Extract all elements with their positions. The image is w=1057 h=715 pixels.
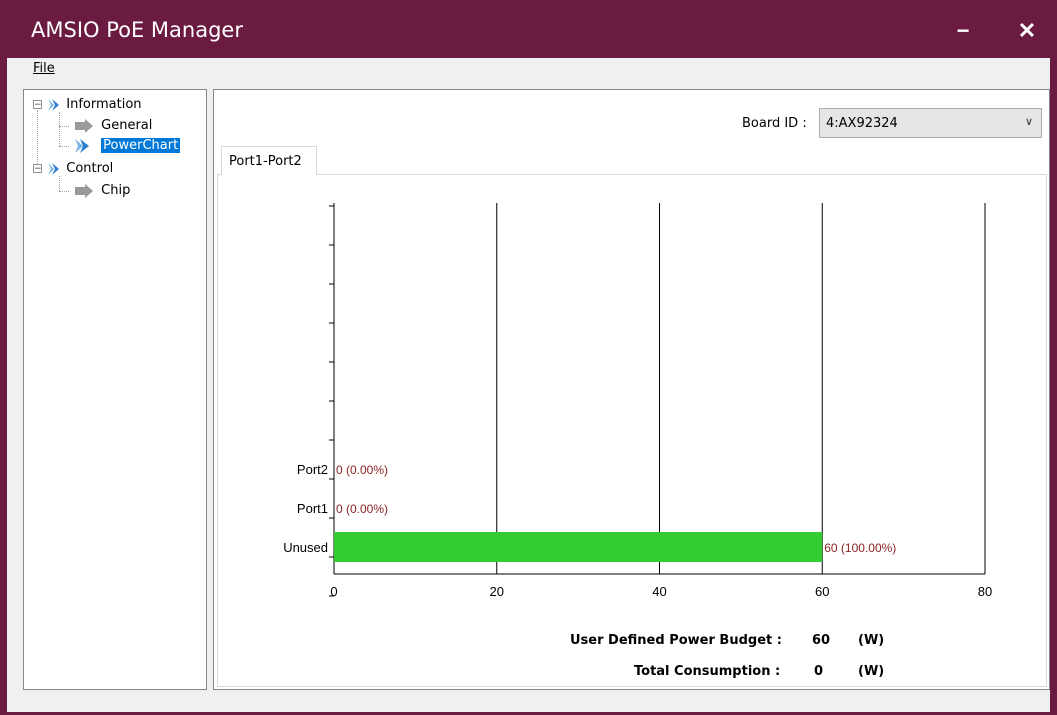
navigation-tree: − Information General PowerChart − Contr… (23, 89, 207, 690)
board-id-value: 4:AX92324 (826, 116, 898, 131)
power-chart: 0 20 40 60 80 Port2 0 (0.00%) Port1 0 (0.00%) Unu… (283, 203, 992, 599)
tree-node-general[interactable]: General (71, 117, 152, 134)
category-label: Unused (283, 540, 328, 555)
x-tick-label: 40 (652, 584, 666, 599)
window-title: AMSIO PoE Manager (31, 18, 243, 42)
tree-connector (59, 146, 69, 147)
tab-page: 0 20 40 60 80 Port2 0 (0.00%) Port1 0 (0.00%) Unu… (217, 174, 1047, 687)
data-label: 0 (0.00%) (336, 502, 388, 516)
tree-label: Information (66, 97, 142, 112)
tree-connector (59, 126, 69, 127)
tree-node-chip[interactable]: Chip (71, 182, 130, 199)
budget-value: 60 (812, 633, 831, 648)
tree-connector (59, 191, 69, 192)
data-label: 0 (0.00%) (336, 463, 388, 477)
app-window: AMSIO PoE Manager − ✕ File − Information… (0, 0, 1057, 715)
arrow-icon (75, 118, 93, 133)
collapse-icon[interactable]: − (33, 164, 42, 174)
budget-label: User Defined Power Budget : (570, 633, 782, 648)
category-label: Port2 (297, 462, 328, 477)
arrow-icon (75, 138, 89, 153)
tree-label: Control (66, 161, 114, 176)
category-label: Port1 (297, 501, 328, 516)
data-label: 60 (100.00%) (824, 541, 896, 555)
x-tick-label: 80 (978, 584, 992, 599)
x-tick-label: 60 (815, 584, 829, 599)
tree-label-selected: PowerChart (101, 138, 181, 153)
title-bar[interactable]: AMSIO PoE Manager − ✕ (0, 0, 1057, 58)
tree-label: General (101, 118, 153, 133)
close-button[interactable]: ✕ (1007, 14, 1047, 48)
tree-node-control[interactable]: − Control (33, 160, 113, 177)
tree-node-information[interactable]: − Information (33, 96, 142, 113)
diamond-arrow-icon (48, 162, 60, 175)
bar (334, 532, 823, 562)
diamond-arrow-icon (48, 98, 60, 111)
tree-node-powerchart[interactable]: PowerChart (71, 137, 181, 154)
tree-label: Chip (101, 183, 131, 198)
menu-bar: File (7, 58, 1050, 82)
arrow-icon (75, 183, 93, 198)
x-tick-label: 0 (330, 584, 337, 599)
tab-port1-port2[interactable]: Port1-Port2 (221, 146, 317, 175)
consumption-unit: (W) (858, 664, 885, 679)
board-id-select[interactable]: 4:AX92324 ∨ (819, 108, 1042, 138)
budget-unit: (W) (858, 633, 885, 648)
collapse-icon[interactable]: − (33, 100, 42, 110)
menu-file[interactable]: File (33, 61, 55, 76)
x-tick-label: 20 (490, 584, 504, 599)
chevron-down-icon: ∨ (1024, 115, 1033, 128)
tree-connector (59, 112, 60, 146)
content-panel: Board ID : 4:AX92324 ∨ Port1-Port2 0 20 40… (213, 89, 1050, 690)
board-id-label: Board ID : (742, 116, 807, 131)
consumption-label: Total Consumption : (634, 664, 781, 679)
consumption-value: 0 (814, 664, 824, 679)
minimize-button[interactable]: − (943, 14, 983, 48)
tree-connector (59, 176, 60, 191)
